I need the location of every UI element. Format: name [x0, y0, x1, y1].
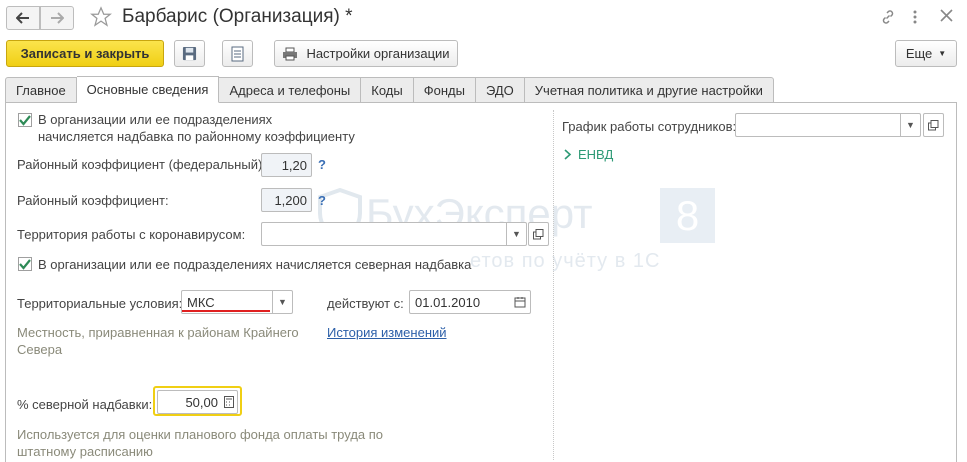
close-icon[interactable]: [940, 9, 953, 26]
open-schedule-button[interactable]: [923, 113, 944, 137]
district-coef-checkbox-label-1: В организации или ее подразделениях: [38, 112, 273, 127]
more-menu-label: Еще: [905, 46, 933, 61]
envd-group-toggle[interactable]: ЕНВД: [563, 147, 613, 162]
dropdown-arrow-icon[interactable]: ▼: [506, 223, 526, 245]
watermark-badge: 8: [660, 188, 715, 243]
open-window-icon: [533, 228, 544, 239]
tab-edo[interactable]: ЭДО: [475, 77, 525, 103]
save-button[interactable]: [174, 40, 205, 67]
valid-from-value: 01.01.2010: [415, 294, 481, 310]
tab-codes[interactable]: Коды: [361, 77, 414, 103]
coronavirus-territory-select[interactable]: ▼: [261, 222, 527, 246]
dropdown-arrow-icon[interactable]: ▼: [900, 114, 920, 136]
more-menu-button[interactable]: Еще ▼: [895, 40, 957, 67]
north-percent-input[interactable]: 50,00: [157, 390, 238, 414]
district-coef-checkbox[interactable]: [18, 113, 32, 127]
envd-group-label: ЕНВД: [578, 147, 614, 162]
territorial-conditions-value: МКС: [187, 294, 215, 310]
floppy-disk-icon: [182, 46, 197, 61]
forward-button[interactable]: [40, 6, 74, 30]
tab-accounting-policy[interactable]: Учетная политика и другие настройки: [524, 77, 774, 103]
checkmark-icon: [19, 114, 31, 126]
valid-from-date-input[interactable]: 01.01.2010: [409, 290, 531, 314]
schedule-label: График работы сотрудников:: [562, 119, 737, 134]
arrow-left-icon: [16, 12, 29, 24]
arrow-right-icon: [51, 12, 64, 24]
required-field-underline: [182, 310, 270, 312]
organization-settings-button[interactable]: Настройки организации: [274, 40, 458, 67]
north-allowance-checkbox-label: В организации или ее подразделениях начи…: [38, 257, 472, 272]
more-vertical-icon[interactable]: [912, 9, 918, 29]
chevron-right-icon: [564, 149, 572, 160]
report-button[interactable]: [222, 40, 253, 67]
tab-addresses-phones[interactable]: Адреса и телефоны: [219, 77, 362, 103]
fund-hint-2: штатному расписанию: [17, 444, 153, 459]
open-item-button[interactable]: [528, 222, 549, 246]
territory-hint-1: Местность, приравненная к районам Крайне…: [17, 325, 299, 340]
back-button[interactable]: [6, 6, 40, 30]
coronavirus-territory-label: Территория работы с коронавирусом:: [17, 227, 246, 242]
caret-down-icon: ▼: [938, 49, 947, 58]
tab-bar: Главное Основные сведения Адреса и телеф…: [5, 76, 774, 103]
tab-main[interactable]: Главное: [5, 77, 77, 103]
column-separator: [553, 110, 554, 460]
north-percent-label: % северной надбавки:: [17, 397, 153, 412]
history-link[interactable]: История изменений: [327, 325, 447, 340]
favorite-star-icon[interactable]: [90, 6, 112, 31]
district-coef-checkbox-label-2: начисляется надбавка по районному коэффи…: [38, 129, 355, 144]
north-percent-value: 50,00: [185, 394, 218, 410]
calculator-icon[interactable]: [221, 391, 237, 413]
window-title: Барбарис (Организация) *: [122, 6, 353, 27]
printer-icon: [283, 47, 298, 60]
checkmark-icon: [19, 258, 31, 270]
link-icon[interactable]: [880, 9, 896, 29]
save-and-close-button[interactable]: Записать и закрыть: [6, 40, 164, 67]
tab-funds[interactable]: Фонды: [413, 77, 476, 103]
federal-coef-input[interactable]: 1,20: [261, 153, 312, 177]
valid-from-label: действуют с:: [327, 296, 404, 311]
schedule-select[interactable]: ▼: [735, 113, 921, 137]
district-coef-label: Районный коэффициент:: [17, 193, 169, 208]
district-coef-input[interactable]: 1,200: [261, 188, 312, 212]
document-list-icon: [231, 46, 244, 61]
territory-hint-2: Севера: [17, 342, 63, 357]
calendar-icon[interactable]: [510, 291, 530, 313]
federal-coef-help-icon[interactable]: ?: [318, 157, 326, 172]
district-coef-help-icon[interactable]: ?: [318, 193, 326, 208]
federal-coef-label: Районный коэффициент (федеральный):: [17, 157, 266, 172]
north-allowance-checkbox[interactable]: [18, 257, 32, 271]
watermark-tagline: етов по учёту в 1С: [470, 250, 661, 272]
tab-basic-info[interactable]: Основные сведения: [76, 76, 220, 103]
fund-hint-1: Используется для оценки планового фонда …: [17, 427, 384, 442]
open-window-icon: [928, 119, 939, 130]
dropdown-arrow-icon[interactable]: ▼: [272, 291, 292, 313]
territorial-conditions-label: Территориальные условия:: [17, 296, 183, 311]
organization-settings-label: Настройки организации: [306, 46, 450, 61]
